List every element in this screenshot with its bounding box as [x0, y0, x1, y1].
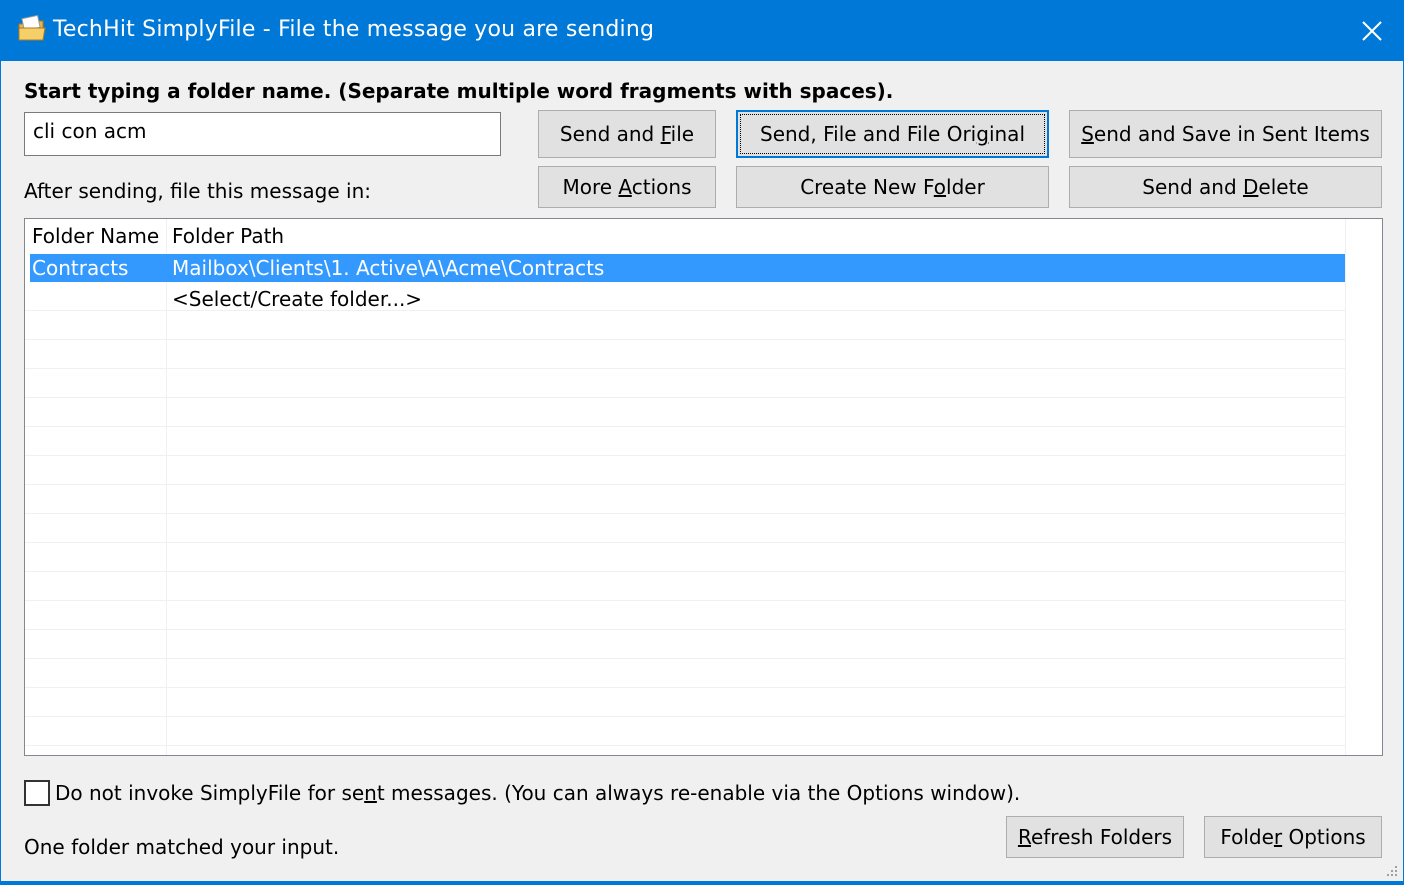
- do-not-invoke-label[interactable]: Do not invoke SimplyFile for sent messag…: [55, 781, 1020, 805]
- button-label: Create New F: [800, 175, 934, 199]
- access-key: n: [364, 781, 377, 805]
- grid-line: [25, 340, 1345, 369]
- button-label: More: [562, 175, 619, 199]
- folder-search-input[interactable]: [24, 112, 501, 156]
- grid-line: [25, 427, 1345, 456]
- access-key: r: [1273, 825, 1283, 849]
- access-key: A: [618, 175, 632, 199]
- access-key: R: [1017, 825, 1031, 849]
- button-label: ctions: [631, 175, 692, 199]
- grid-line: [25, 659, 1345, 688]
- access-key: D: [1243, 175, 1259, 199]
- folder-name-cell: Contracts: [32, 256, 129, 280]
- send-and-save-in-sent-items-button[interactable]: Send and Save in Sent Items: [1069, 110, 1382, 158]
- after-sending-label: After sending, file this message in:: [24, 179, 372, 203]
- grid-line: [25, 398, 1345, 427]
- grid-line: [25, 282, 1345, 311]
- button-label: elete: [1258, 175, 1309, 199]
- grid-line: [25, 369, 1345, 398]
- button-label: Send and: [1142, 175, 1243, 199]
- grid-line: [25, 485, 1345, 514]
- grid-line: [25, 572, 1345, 601]
- button-label: Folde: [1220, 825, 1274, 849]
- send-file-and-file-original-button[interactable]: Send, File and File Original: [736, 110, 1049, 158]
- table-row-selected[interactable]: Contracts Mailbox\Clients\1. Active\A\Ac…: [30, 254, 1345, 282]
- folder-path-cell: Mailbox\Clients\1. Active\A\Acme\Contrac…: [172, 256, 605, 280]
- grid-line: [25, 456, 1345, 485]
- access-key: g: [976, 122, 989, 146]
- instruction-label: Start typing a folder name. (Separate mu…: [24, 79, 894, 103]
- status-text: One folder matched your input.: [24, 835, 340, 859]
- grid-line: [25, 717, 1345, 746]
- title-bar[interactable]: TechHit SimplyFile - File the message yo…: [1, 1, 1404, 61]
- grid-line: [25, 311, 1345, 340]
- simplyfile-folder-icon: [17, 14, 47, 45]
- send-and-delete-button[interactable]: Send and Delete: [1069, 166, 1382, 208]
- button-label: lder: [946, 175, 985, 199]
- grid-line: [25, 543, 1345, 572]
- button-label: inal: [988, 122, 1025, 146]
- access-key: S: [1081, 122, 1094, 146]
- checkbox-label-text: Do not invoke SimplyFile for se: [55, 781, 365, 805]
- button-label: Send and: [559, 122, 661, 146]
- checkbox-label-text: t messages. (You can always re-enable vi…: [376, 781, 1021, 805]
- do-not-invoke-checkbox[interactable]: [24, 780, 50, 806]
- column-divider: [1345, 219, 1346, 755]
- close-icon: [1362, 21, 1382, 41]
- button-label: Options: [1282, 825, 1366, 849]
- resize-grip-icon[interactable]: [1383, 861, 1399, 877]
- grid-line: [25, 514, 1345, 543]
- close-button[interactable]: [1339, 1, 1404, 61]
- button-label: end and Save in Sent Items: [1093, 122, 1370, 146]
- button-label: ile: [670, 122, 695, 146]
- simplyfile-dialog: TechHit SimplyFile - File the message yo…: [0, 0, 1404, 882]
- access-key: F: [660, 122, 671, 146]
- button-label: efresh Folders: [1030, 825, 1173, 849]
- grid-line: [25, 601, 1345, 630]
- folder-options-button[interactable]: Folder Options: [1204, 816, 1382, 858]
- send-and-file-button[interactable]: Send and File: [538, 110, 716, 158]
- refresh-folders-button[interactable]: Refresh Folders: [1006, 816, 1184, 858]
- grid-line: [25, 688, 1345, 717]
- window-title: TechHit SimplyFile - File the message yo…: [53, 17, 655, 42]
- button-label: Send, File and File Ori: [760, 122, 977, 146]
- access-key: o: [933, 175, 947, 199]
- more-actions-button[interactable]: More Actions: [538, 166, 716, 208]
- header-row: [25, 225, 1345, 254]
- grid-line: [25, 630, 1345, 659]
- create-new-folder-button[interactable]: Create New Folder: [736, 166, 1049, 208]
- folder-list[interactable]: Folder Name Folder Path Contracts Mailbo…: [24, 218, 1383, 756]
